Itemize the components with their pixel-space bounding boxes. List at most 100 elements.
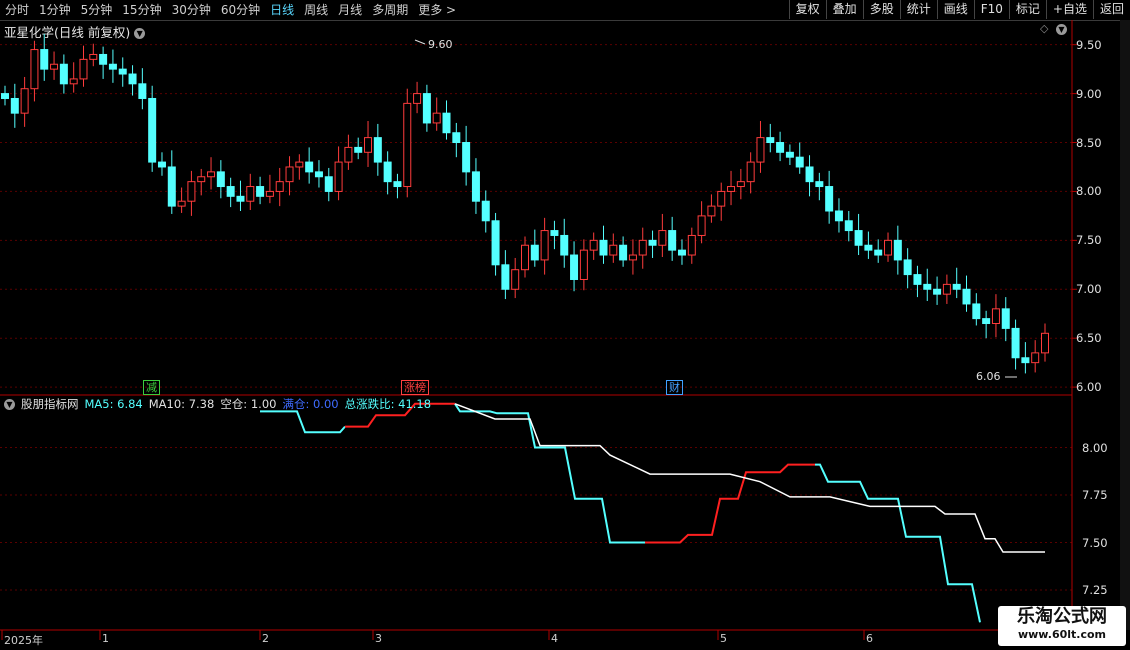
candle-body [10, 97, 19, 114]
flag-top-gainers[interactable]: 涨榜 [401, 380, 429, 395]
candlestick-series [1, 33, 1049, 374]
candle-body [805, 166, 814, 183]
candle-body [373, 137, 382, 163]
candle-body [50, 63, 59, 70]
time-axis-label: 5 [720, 632, 727, 645]
candle-body [59, 63, 68, 85]
candle-body [236, 195, 245, 202]
candle-body [697, 215, 706, 236]
indicator-legend: ▼ 股朋指标网 MA5: 6.84 MA10: 7.38 空仓: 1.00 满仓… [4, 396, 431, 412]
mancang-value: 0.00 [312, 397, 339, 411]
time-axis-label: 2025年 [4, 634, 43, 647]
ma10-line [454, 403, 1045, 553]
candle-body [609, 244, 618, 256]
price-axis-label: 9.50 [1076, 37, 1102, 52]
candle-body [226, 186, 235, 197]
candle-body [177, 200, 186, 207]
candle-body [746, 161, 755, 183]
time-axis-label: 6 [866, 632, 873, 645]
candle-body [766, 137, 775, 144]
candle-body [736, 181, 745, 188]
time-axis-label: 1 [102, 632, 109, 645]
candle-body [383, 161, 392, 183]
chevron-down-icon[interactable]: ▼ [4, 398, 15, 410]
candle-body [530, 244, 539, 261]
candle-body [579, 249, 588, 280]
candle-body [128, 73, 137, 85]
candle-body [295, 161, 304, 168]
ratio-value: 41.18 [398, 397, 432, 411]
ma10-label: MA10: [148, 397, 186, 411]
candle-body [393, 181, 402, 188]
candle-body [314, 171, 323, 178]
kongcang-value: 1.00 [250, 397, 277, 411]
candle-body [874, 249, 883, 256]
candle-body [1, 93, 9, 99]
time-axis-label: 2 [262, 632, 269, 645]
candle-body [197, 176, 206, 183]
indicator-line-segment [260, 410, 346, 434]
candle-body [619, 244, 628, 261]
candle-body [364, 137, 373, 153]
candle-body [991, 308, 1000, 325]
candle-body [550, 230, 559, 236]
indicator-axis-label: 8.00 [1082, 440, 1108, 455]
candle-body [99, 53, 108, 65]
candle-body [344, 146, 353, 163]
time-axis-label: 4 [551, 632, 558, 645]
candle-body [1011, 327, 1020, 359]
flag-reduce[interactable]: 减 [143, 380, 160, 395]
candle-body [334, 161, 343, 192]
candle-body [589, 239, 598, 251]
ma5-value: 6.84 [117, 397, 143, 411]
candle-body [628, 254, 637, 261]
watermark-title: 乐淘公式网 [1017, 606, 1107, 627]
indicator-line-segment [645, 463, 815, 544]
candle-body [893, 239, 902, 261]
indicator-lines [260, 402, 1045, 623]
candle-body [432, 112, 441, 124]
candle-body [40, 49, 49, 70]
ma5-label: MA5: [84, 397, 114, 411]
candle-body [491, 220, 500, 266]
ma10-value: 7.38 [188, 397, 215, 411]
candle-body [462, 142, 471, 173]
watermark-url: www.60lt.com [1017, 628, 1107, 641]
candle-body [972, 303, 981, 320]
candle-body [216, 171, 225, 188]
candle-body [157, 161, 166, 168]
watermark-logo: 乐淘公式网 www.60lt.com [998, 606, 1126, 646]
candle-body [776, 142, 785, 153]
price-axis-label: 6.50 [1076, 331, 1102, 346]
candle-body [246, 186, 255, 202]
mancang-label: 满仓: [282, 397, 310, 411]
candle-body [187, 181, 196, 202]
time-axis-label: 3 [375, 632, 382, 645]
ratio-label: 总涨跌比: [344, 397, 395, 411]
candle-body [668, 230, 677, 251]
candle-body [422, 93, 431, 124]
candle-body [256, 186, 265, 197]
candle-body [933, 288, 942, 295]
candle-body [285, 166, 294, 183]
candle-body [825, 186, 834, 212]
candle-body [795, 156, 804, 168]
candle-body [834, 210, 843, 222]
kongcang-label: 空仓: [220, 397, 248, 411]
candle-body [108, 63, 117, 70]
flag-finance[interactable]: 财 [666, 380, 683, 395]
candle-body [707, 205, 716, 217]
indicator-axis-label: 7.25 [1082, 583, 1108, 597]
high-price-label: 9.60 [428, 38, 453, 51]
candle-body [1041, 332, 1049, 354]
indicator-name[interactable]: 股朋指标网 [21, 396, 79, 412]
candle-body [942, 283, 951, 295]
candle-body [687, 234, 696, 256]
candle-body [207, 171, 216, 178]
candle-body [540, 230, 549, 261]
candle-body [403, 102, 412, 188]
candle-body [785, 151, 794, 158]
candle-body [648, 239, 657, 246]
candle-body [481, 200, 490, 222]
candle-body [501, 264, 510, 290]
